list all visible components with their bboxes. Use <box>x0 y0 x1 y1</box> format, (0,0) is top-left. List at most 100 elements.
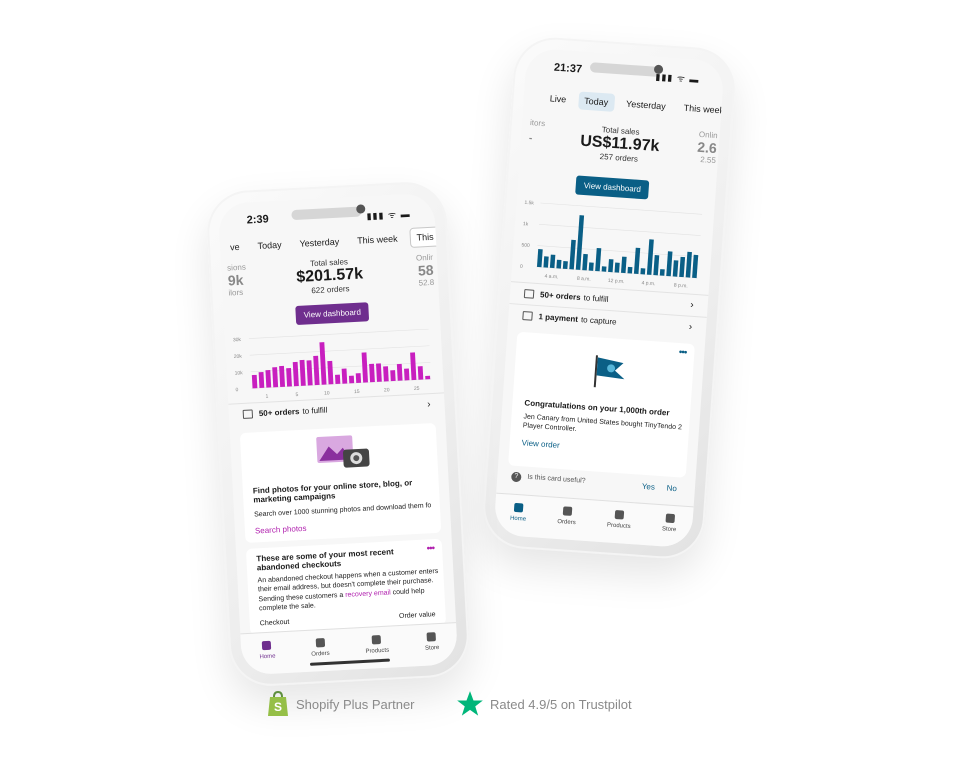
sales-chart: 30k 20k 10k 0 1 5 10 15 20 25 <box>231 325 438 402</box>
chart-bar <box>627 266 633 274</box>
online-metric: Onlir 58 52.8 <box>416 253 435 288</box>
x-tick-label: 15 <box>354 389 360 395</box>
chart-bar <box>666 251 673 277</box>
search-photos-link[interactable]: Search photos <box>255 524 307 536</box>
gridline <box>538 223 701 236</box>
nav-orders[interactable]: Orders <box>556 498 577 540</box>
chart-bar <box>640 268 646 275</box>
sessions-value: 9k <box>227 271 244 289</box>
gridline <box>250 362 431 373</box>
chart-bar <box>306 360 313 386</box>
view-dashboard-button[interactable]: View dashboard <box>295 302 370 326</box>
checkout-column-header: Checkout <box>259 618 290 628</box>
chart-bar <box>425 375 431 380</box>
star-icon <box>457 691 483 716</box>
speaker-notch <box>291 206 362 221</box>
milestone-card: ••• Congratulations on your 1,000th orde… <box>508 331 695 478</box>
chart-bar <box>549 254 556 269</box>
chart-bar <box>265 369 272 388</box>
tab-ve[interactable]: ve <box>224 238 246 257</box>
x-tick-label: 20 <box>384 387 390 393</box>
chart-bar <box>595 247 602 272</box>
chart-bar <box>543 256 549 268</box>
chart-bar <box>646 239 654 275</box>
x-tick-label: 12 p.m. <box>608 278 625 285</box>
x-tick-label: 4 a.m. <box>544 273 558 280</box>
chart-bar <box>258 371 265 389</box>
status-time: 2:39 <box>246 213 270 227</box>
nav-store[interactable]: Store <box>661 505 678 547</box>
x-tick-label: 8 a.m. <box>577 276 591 283</box>
sessions-sub: ilors <box>228 287 244 298</box>
chart-bar <box>369 363 375 383</box>
chevron-right-icon: › <box>426 399 431 411</box>
nav-label: Home <box>509 515 527 523</box>
shopify-badge: S Shopify Plus Partner <box>266 690 415 718</box>
view-dashboard-button[interactable]: View dashboard <box>575 175 650 200</box>
products-icon <box>614 509 625 520</box>
payment-capture-text: to capture <box>580 315 617 327</box>
phone-back: 21:37 ▮▮▮ ᯤ ▬ Live Today Yesterday This wee… <box>480 34 738 562</box>
tab-today[interactable]: Today <box>577 91 615 112</box>
chart-bar <box>279 365 286 387</box>
store-icon <box>665 513 675 524</box>
chart-bar <box>348 375 355 384</box>
tab-live[interactable]: Live <box>543 89 573 109</box>
more-icon[interactable]: ••• <box>426 543 434 554</box>
x-tick-label: 5 <box>295 392 298 398</box>
gridline <box>251 378 432 389</box>
x-tick-label: 25 <box>414 386 420 392</box>
feedback-yes-button[interactable]: Yes <box>642 482 656 492</box>
svg-text:S: S <box>274 700 282 714</box>
phone-front: 2:39 ▮▮▮ ᯤ ▬ ve Today Yesterday This week Th… <box>205 180 471 688</box>
gridline <box>537 245 700 258</box>
view-order-link[interactable]: View order <box>521 438 560 450</box>
photos-card: Find photos for your online store, blog,… <box>239 422 442 543</box>
tab-yesterday[interactable]: Yesterday <box>620 94 673 116</box>
orders-icon <box>562 506 573 516</box>
trustpilot-rating-label: Rated 4.9/5 on Trustpilot <box>490 696 632 712</box>
chart-bar <box>685 251 692 278</box>
chart-bar <box>327 360 334 385</box>
tab-this-month[interactable]: This month <box>409 224 459 248</box>
nav-home[interactable]: Home <box>509 495 528 537</box>
home-icon <box>514 502 524 513</box>
chart-bar <box>653 255 660 276</box>
tab-today[interactable]: Today <box>251 235 288 255</box>
chevron-right-icon: › <box>689 299 695 311</box>
x-tick-label: 8 p.m. <box>674 283 688 290</box>
tab-this-week[interactable]: This week <box>677 98 725 120</box>
nav-store[interactable]: Store <box>424 624 440 666</box>
tab-this-week[interactable]: This week <box>351 229 404 250</box>
y-tick-label: 30k <box>233 337 242 343</box>
chart-bar <box>410 352 417 381</box>
x-tick-label: 1 <box>265 394 268 400</box>
chart-bar <box>692 254 699 279</box>
phone-back-screen: 21:37 ▮▮▮ ᯤ ▬ Live Today Yesterday This wee… <box>493 47 725 549</box>
tab-yesterday[interactable]: Yesterday <box>293 232 346 253</box>
chart-bar <box>569 239 576 270</box>
chart-bar <box>396 363 403 381</box>
y-tick-label: 0 <box>520 264 523 270</box>
more-icon[interactable]: ••• <box>678 347 686 358</box>
chart-bar <box>621 256 627 274</box>
nav-products[interactable]: Products <box>606 501 632 544</box>
recovery-email-link[interactable]: recovery email <box>345 589 391 598</box>
chart-bar <box>355 373 362 383</box>
x-tick-label: 10 <box>324 390 330 396</box>
online-value: 2.6 <box>696 138 718 157</box>
visitors-metric: itors - <box>529 118 546 145</box>
nav-label: Orders <box>311 650 330 658</box>
nav-home[interactable]: Home <box>258 633 276 675</box>
status-icons: ▮▮▮ ᯤ ▬ <box>655 71 700 85</box>
feedback-no-button[interactable]: No <box>666 483 677 493</box>
nav-label: Products <box>606 522 631 531</box>
y-tick-label: 20k <box>234 354 243 360</box>
orders-to-fulfill-count: 50+ orders <box>539 290 581 303</box>
orders-to-fulfill-text: to fulfill <box>583 293 609 304</box>
home-icon <box>262 640 272 651</box>
inbox-icon <box>523 289 535 299</box>
sessions-metric: sions 9k ilors <box>227 263 247 298</box>
sales-chart: 1.5k 1k 500 0 4 a.m. 8 a.m. 12 p.m. 4 p.m. 8 p.m… <box>517 198 708 291</box>
visitors-label: itors <box>529 118 546 129</box>
